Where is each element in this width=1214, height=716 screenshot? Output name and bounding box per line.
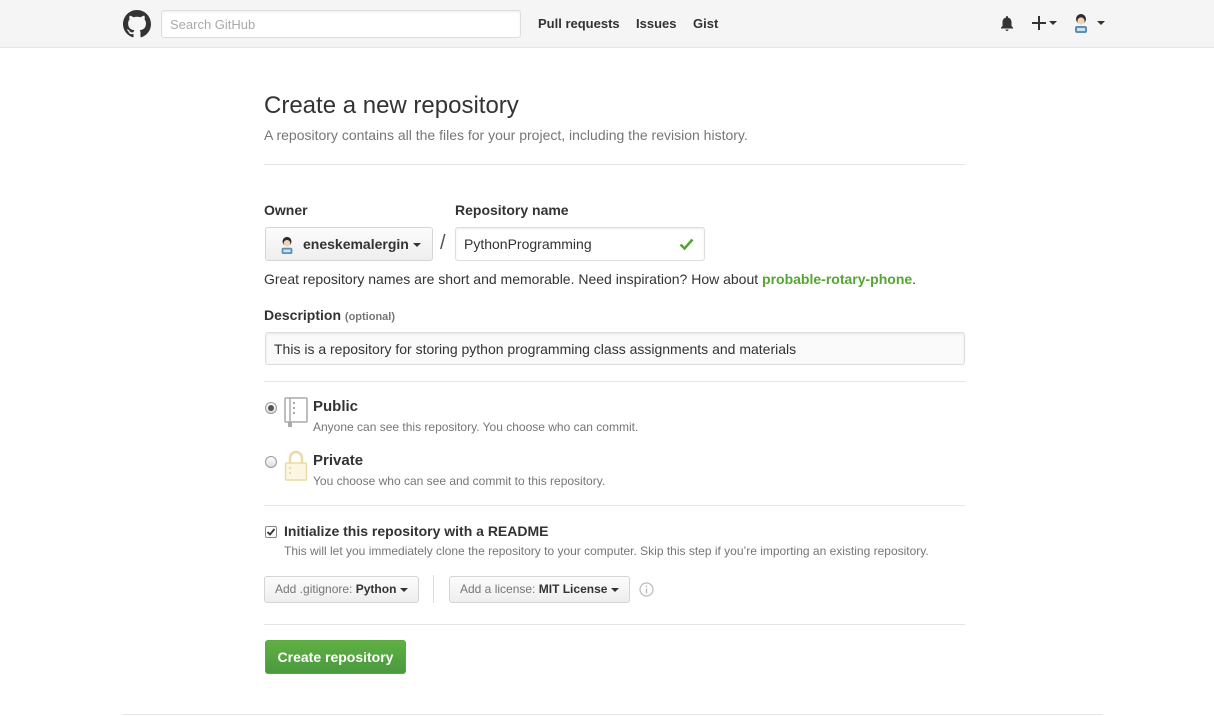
bell-icon[interactable] <box>999 15 1015 32</box>
create-repository-button[interactable]: Create repository <box>265 640 406 674</box>
nav-pull-requests[interactable]: Pull requests <box>538 16 620 31</box>
chevron-down-icon <box>413 243 421 247</box>
private-description: You choose who can see and commit to thi… <box>313 474 606 488</box>
repo-name-hint: Great repository names are short and mem… <box>264 271 917 287</box>
page-title: Create a new repository <box>264 92 519 119</box>
owner-repo-separator: / <box>440 232 446 254</box>
chevron-down-icon <box>1049 21 1057 25</box>
readme-description: This will let you immediately clone the … <box>284 544 929 558</box>
plus-icon <box>1032 16 1046 30</box>
readme-checkbox[interactable] <box>265 526 277 538</box>
divider <box>264 624 965 625</box>
chevron-down-icon <box>400 587 409 592</box>
repository-name-value: PythonProgramming <box>464 236 592 252</box>
gitignore-select[interactable]: Add .gitignore: Python <box>264 576 420 603</box>
owner-label: Owner <box>264 202 308 218</box>
check-icon <box>679 238 694 251</box>
private-radio[interactable] <box>265 456 277 468</box>
repo-name-label: Repository name <box>455 202 569 218</box>
nav-gist[interactable]: Gist <box>693 16 718 31</box>
repo-book-icon <box>284 397 308 427</box>
avatar <box>281 236 293 254</box>
search-input[interactable] <box>161 10 521 38</box>
owner-select[interactable]: eneskemalergin <box>265 227 433 261</box>
public-description: Anyone can see this repository. You choo… <box>313 420 639 434</box>
repository-name-input[interactable]: PythonProgramming <box>455 227 705 261</box>
new-menu-button[interactable] <box>1032 14 1058 32</box>
user-menu-button[interactable] <box>1072 13 1106 33</box>
chevron-down-icon <box>611 587 620 592</box>
description-label: Description (optional) <box>264 307 396 323</box>
owner-name: eneskemalergin <box>303 236 409 252</box>
nav-issues[interactable]: Issues <box>636 16 676 31</box>
license-select[interactable]: Add a license: MIT License <box>449 576 631 603</box>
divider <box>264 381 965 382</box>
readme-title: Initialize this repository with a README <box>284 523 549 539</box>
divider <box>264 164 965 165</box>
footer-divider <box>123 714 1103 715</box>
description-input[interactable]: This is a repository for storing python … <box>265 332 965 365</box>
divider <box>264 505 965 506</box>
private-title: Private <box>313 452 364 469</box>
info-icon[interactable] <box>639 582 654 597</box>
github-logo-icon[interactable] <box>123 10 151 38</box>
site-header: Pull requests Issues Gist <box>0 0 1214 48</box>
description-value: This is a repository for storing python … <box>274 341 797 357</box>
optional-tag: (optional) <box>344 311 396 323</box>
page-subtitle: A repository contains all the files for … <box>264 127 748 143</box>
chevron-down-icon <box>1097 21 1105 25</box>
lock-icon <box>284 450 308 481</box>
check-icon <box>266 528 276 536</box>
public-title: Public <box>313 398 359 415</box>
avatar <box>1075 14 1087 33</box>
name-suggestion-link[interactable]: probable-rotary-phone <box>762 271 912 287</box>
public-radio[interactable] <box>265 402 277 414</box>
divider <box>433 575 434 603</box>
